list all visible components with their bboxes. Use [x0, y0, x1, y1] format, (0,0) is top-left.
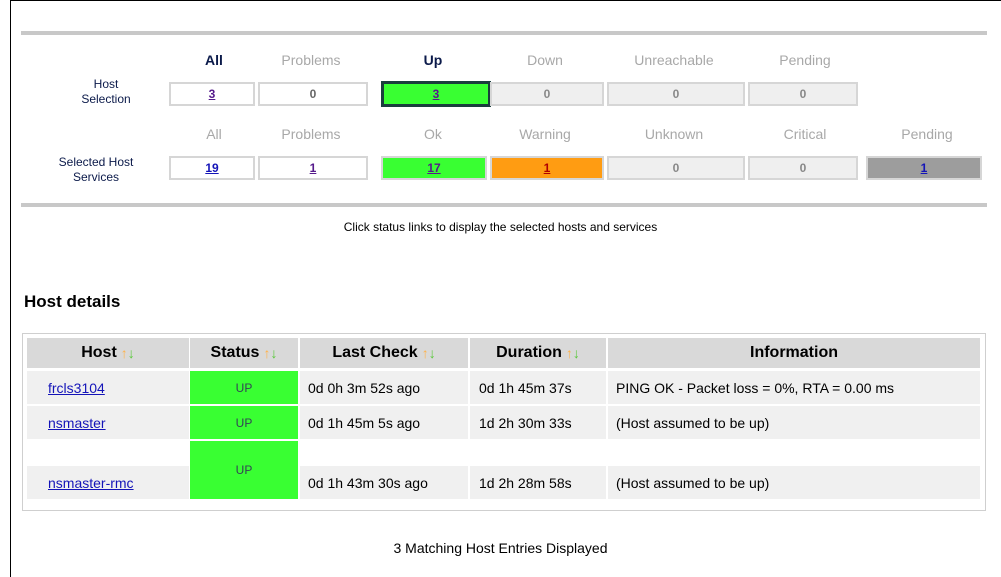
service-count-ok-link[interactable]: 17 [427, 161, 440, 175]
sort-ascending-icon[interactable]: ↑ [566, 345, 573, 361]
table-row-information: (Host assumed to be up) [608, 466, 980, 499]
table-row-host[interactable]: nsmaster-rmc [27, 466, 189, 499]
sort-ascending-icon[interactable]: ↑ [422, 345, 429, 361]
host-link[interactable]: nsmaster [48, 415, 106, 431]
host-count-problems: 0 [258, 82, 368, 106]
host-count-pending: 0 [748, 82, 858, 106]
host-header-all: All [205, 52, 223, 68]
frame-top-border [10, 0, 1001, 1]
host-header-pending: Pending [779, 52, 831, 68]
column-header-host[interactable]: Host ↑↓ [27, 338, 189, 368]
selected-host-services-label-line1: Selected Host [58, 155, 134, 169]
host-details-title: Host details [24, 292, 121, 311]
service-count-problems-link[interactable]: 1 [310, 161, 317, 175]
host-count-all[interactable]: 3 [169, 82, 255, 106]
sort-ascending-icon[interactable]: ↑ [121, 345, 128, 361]
host-selection-label-line1: Host [93, 77, 119, 91]
service-header-ok: Ok [424, 126, 442, 142]
service-header-warning: Warning [519, 126, 571, 142]
service-count-warning-link[interactable]: 1 [544, 161, 551, 175]
host-link[interactable]: nsmaster-rmc [48, 475, 134, 491]
service-count-pending-link[interactable]: 1 [921, 161, 928, 175]
service-count-warning[interactable]: 1 [490, 156, 604, 180]
table-row-information: (Host assumed to be up) [608, 406, 980, 439]
host-count-unreachable: 0 [607, 82, 745, 106]
host-header-problems: Problems [281, 52, 341, 68]
host-sort-controls: ↑↓ [121, 345, 135, 361]
sort-descending-icon[interactable]: ↓ [429, 345, 436, 361]
service-count-ok[interactable]: 17 [381, 156, 487, 180]
column-header-last-check-label: Last Check [332, 344, 418, 361]
service-count-all[interactable]: 19 [169, 156, 255, 180]
summary-bottom-divider [21, 203, 987, 207]
table-row-last-check: 0d 1h 43m 30s ago [300, 466, 468, 499]
column-header-duration-label: Duration [496, 344, 562, 361]
service-count-pending[interactable]: 1 [866, 156, 982, 180]
table-row-host[interactable]: nsmaster [27, 406, 189, 439]
host-header-down: Down [527, 52, 563, 68]
table-row-host[interactable]: frcls3104 [27, 371, 189, 404]
column-header-status[interactable]: Status ↑↓ [190, 338, 298, 368]
host-link[interactable]: frcls3104 [48, 380, 105, 396]
host-count-all-link[interactable]: 3 [209, 87, 216, 101]
summary-top-divider [21, 31, 987, 35]
service-header-problems: Problems [281, 126, 341, 142]
host-selection-label: Host Selection [56, 77, 156, 107]
host-count-down: 0 [490, 82, 604, 106]
table-row-last-check: 0d 1h 45m 5s ago [300, 406, 468, 439]
service-header-pending: Pending [901, 126, 953, 142]
frame-left-border [10, 0, 11, 577]
column-header-status-label: Status [210, 344, 260, 361]
column-header-duration[interactable]: Duration ↑↓ [470, 338, 606, 368]
duration-sort-controls: ↑↓ [566, 345, 580, 361]
table-row-duration: 0d 1h 45m 37s [470, 371, 606, 404]
column-header-host-label: Host [81, 344, 117, 361]
sort-descending-icon[interactable]: ↓ [573, 345, 580, 361]
host-header-up: Up [423, 52, 443, 68]
service-header-critical: Critical [783, 126, 827, 142]
status-badge: UP [190, 441, 298, 499]
service-count-unknown: 0 [607, 156, 745, 180]
status-badge: UP [190, 406, 298, 439]
service-count-problems[interactable]: 1 [258, 156, 368, 180]
service-header-all: All [206, 126, 222, 142]
status-links-hint: Click status links to display the select… [343, 220, 658, 234]
last-check-sort-controls: ↑↓ [422, 345, 436, 361]
host-count-up-link[interactable]: 3 [433, 87, 440, 101]
selected-host-services-label-line2: Services [72, 170, 119, 184]
service-header-unknown: Unknown [644, 126, 704, 142]
host-selection-label-line2: Selection [81, 92, 131, 106]
table-row-duration: 1d 2h 30m 33s [470, 406, 606, 439]
status-badge: UP [190, 371, 298, 404]
status-sort-controls: ↑↓ [263, 345, 277, 361]
host-count-up[interactable]: 3 [381, 81, 491, 107]
sort-descending-icon[interactable]: ↓ [270, 345, 277, 361]
sort-descending-icon[interactable]: ↓ [128, 345, 135, 361]
host-header-unreachable: Unreachable [634, 52, 714, 68]
service-count-critical: 0 [748, 156, 858, 180]
table-row-duration: 1d 2h 28m 58s [470, 466, 606, 499]
column-header-information: Information [608, 338, 980, 368]
column-header-last-check[interactable]: Last Check ↑↓ [300, 338, 468, 368]
table-row-information: PING OK - Packet loss = 0%, RTA = 0.00 m… [608, 371, 980, 404]
service-count-all-link[interactable]: 19 [205, 161, 218, 175]
table-row-last-check: 0d 0h 3m 52s ago [300, 371, 468, 404]
selected-host-services-label: Selected Host Services [36, 155, 156, 185]
matching-entries-count: 3 Matching Host Entries Displayed [393, 540, 608, 556]
